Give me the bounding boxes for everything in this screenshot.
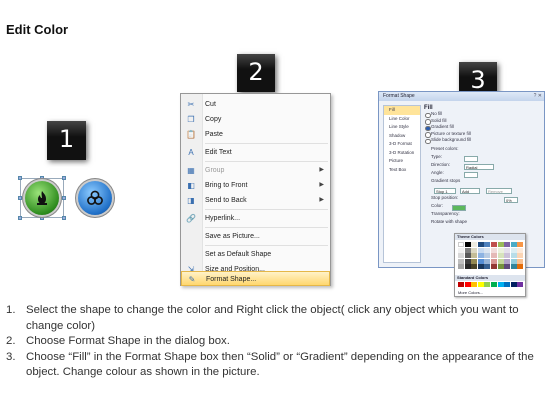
sidebar-item-shadow[interactable]: Shadow bbox=[384, 132, 420, 141]
gradient-stops-label: Gradient stops bbox=[431, 177, 461, 183]
resize-handle[interactable] bbox=[62, 176, 66, 180]
submenu-arrow-icon: ▶ bbox=[319, 167, 324, 173]
instruction-item: 1. Select the shape to change the color … bbox=[6, 304, 519, 332]
dialog-window-buttons[interactable]: ? ✕ bbox=[534, 93, 542, 99]
sidebar-item-line-color[interactable]: Line Color bbox=[384, 115, 420, 124]
scissors-icon: ✂ bbox=[187, 100, 195, 109]
send-back-icon: ◨ bbox=[187, 196, 195, 205]
menu-item-group[interactable]: ▦ Group ▶ bbox=[181, 163, 330, 178]
context-menu: ✂ Cut ❐ Copy 📋 Paste A Edit Text ▦ Group… bbox=[180, 93, 331, 286]
resize-handle[interactable] bbox=[18, 176, 22, 180]
instruction-item: 2. Choose Format Shape in the dialog box… bbox=[6, 335, 230, 347]
menu-item-send-to-back[interactable]: ◨ Send to Back ▶ bbox=[181, 193, 330, 208]
format-shape-icon: ✎ bbox=[188, 275, 196, 284]
preset-colors-dropdown[interactable] bbox=[464, 156, 478, 162]
step-number-1: 1 bbox=[47, 121, 86, 160]
paste-icon: 📋 bbox=[186, 130, 196, 139]
resize-handle[interactable] bbox=[18, 196, 22, 200]
stop-position-field[interactable]: 0% bbox=[504, 197, 518, 203]
menu-item-copy[interactable]: ❐ Copy bbox=[181, 112, 330, 127]
menu-item-edit-text[interactable]: A Edit Text bbox=[181, 145, 330, 160]
menu-item-cut[interactable]: ✂ Cut bbox=[181, 97, 330, 112]
resize-handle[interactable] bbox=[40, 176, 44, 180]
preset-colors-label: Preset colors: bbox=[431, 145, 459, 151]
menu-item-format-shape[interactable]: ✎ Format Shape... bbox=[181, 271, 330, 286]
biohazard-icon bbox=[87, 190, 103, 205]
sidebar-item-fill[interactable]: Fill bbox=[384, 106, 420, 115]
menu-item-paste[interactable]: 📋 Paste bbox=[181, 127, 330, 142]
page-title: Edit Color bbox=[6, 22, 69, 37]
transparency-label: Transparency: bbox=[431, 210, 460, 216]
sidebar-item-3d-rotation[interactable]: 3-D Rotation bbox=[384, 149, 420, 158]
sidebar-item-3d-format[interactable]: 3-D Format bbox=[384, 140, 420, 149]
instruction-item: 3. Choose “Fill” in the Format Shape box… bbox=[6, 350, 534, 379]
type-dropdown[interactable]: Radial bbox=[464, 164, 494, 170]
green-hazard-button[interactable] bbox=[25, 181, 59, 215]
standard-colors-heading: Standard Colors bbox=[455, 275, 525, 281]
group-icon: ▦ bbox=[187, 166, 195, 175]
rotate-with-shape-checkbox[interactable]: Rotate with shape bbox=[424, 218, 540, 226]
submenu-arrow-icon: ▶ bbox=[319, 182, 324, 188]
color-label: Color: bbox=[431, 202, 444, 208]
resize-handle[interactable] bbox=[62, 216, 66, 220]
blue-hazard-button[interactable] bbox=[78, 181, 112, 215]
submenu-arrow-icon: ▶ bbox=[319, 197, 324, 203]
stop-dropdown[interactable]: Stop 1 bbox=[434, 188, 456, 194]
direction-dropdown[interactable] bbox=[464, 172, 478, 178]
step-number-2: 2 bbox=[237, 54, 275, 92]
bring-front-icon: ◧ bbox=[187, 181, 195, 190]
remove-stop-button[interactable]: Remove bbox=[486, 188, 512, 194]
copy-icon: ❐ bbox=[187, 115, 195, 124]
resize-handle[interactable] bbox=[18, 216, 22, 220]
resize-handle[interactable] bbox=[40, 216, 44, 220]
color-picker-button[interactable] bbox=[452, 205, 466, 211]
menu-item-save-as-picture[interactable]: Save as Picture... bbox=[181, 229, 330, 244]
menu-item-bring-to-front[interactable]: ◧ Bring to Front ▶ bbox=[181, 178, 330, 193]
sidebar-item-line-style[interactable]: Line Style bbox=[384, 123, 420, 132]
add-stop-button[interactable]: Add bbox=[460, 188, 480, 194]
type-label: Type: bbox=[431, 153, 443, 159]
sidebar-item-text-box[interactable]: Text Box bbox=[384, 166, 420, 175]
instructions-list: 1. Select the shape to change the color … bbox=[6, 303, 554, 381]
stop-position-label: Stop position: bbox=[431, 194, 459, 200]
sample-shapes bbox=[18, 176, 120, 220]
menu-item-set-default-shape[interactable]: Set as Default Shape bbox=[181, 247, 330, 262]
theme-colors-heading: Theme Colors bbox=[455, 234, 525, 240]
dialog-sidebar: Fill Line Color Line Style Shadow 3-D Fo… bbox=[383, 105, 421, 263]
hyperlink-icon: 🔗 bbox=[186, 214, 196, 223]
sidebar-item-picture[interactable]: Picture bbox=[384, 157, 420, 166]
color-palette-popup: Theme Colors Standard Colors More Colors… bbox=[454, 233, 526, 297]
edit-text-icon: A bbox=[188, 148, 194, 157]
theme-color-grid[interactable] bbox=[458, 242, 524, 270]
flame-icon bbox=[37, 191, 47, 205]
dialog-title: Format Shape bbox=[379, 92, 544, 101]
slide-background-fill-radio[interactable]: Slide background fill bbox=[424, 137, 540, 144]
menu-item-hyperlink[interactable]: 🔗 Hyperlink... bbox=[181, 211, 330, 226]
standard-color-grid[interactable] bbox=[458, 282, 524, 287]
more-colors-link[interactable]: More Colors... bbox=[458, 290, 483, 295]
resize-handle[interactable] bbox=[62, 196, 66, 200]
